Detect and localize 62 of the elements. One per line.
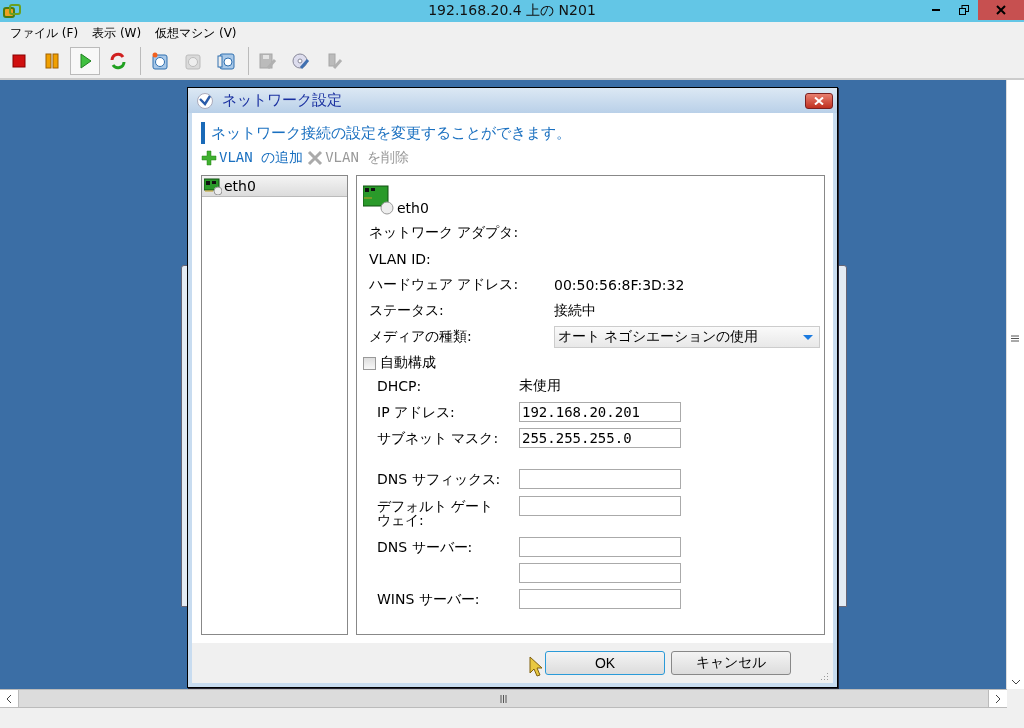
field-label: ハードウェア アドレス: xyxy=(368,276,520,294)
toolbar-link[interactable]: VLAN の追加 xyxy=(201,149,304,167)
plus-icon xyxy=(201,150,217,166)
adapter-name: eth0 xyxy=(397,200,429,216)
input-field[interactable]: 192.168.20.201 xyxy=(519,402,681,422)
field-label: ステータス: xyxy=(368,302,445,320)
network-card-icon xyxy=(363,184,395,216)
checkbox-label: 自動構成 xyxy=(380,354,436,372)
disc-wrench-icon xyxy=(291,51,311,71)
field-label: デフォルト ゲートウェイ: xyxy=(377,497,495,527)
refresh-icon xyxy=(108,51,128,71)
pause-icon xyxy=(42,51,62,71)
network-card-icon xyxy=(204,177,222,195)
ok-button[interactable]: OK xyxy=(545,651,665,675)
mouse-pointer-icon xyxy=(529,656,543,678)
input-field[interactable]: 255.255.255.0 xyxy=(519,428,681,448)
vertical-scrollbar[interactable] xyxy=(1006,80,1024,689)
field-label: WINS サーバー: xyxy=(377,590,481,606)
stop-icon xyxy=(9,51,29,71)
field-label: VLAN ID: xyxy=(368,251,432,267)
app-logo-icon xyxy=(3,3,21,19)
field-label: IP アドレス: xyxy=(377,403,456,419)
field-label: DNS サーバー: xyxy=(377,538,474,554)
input-field[interactable] xyxy=(519,537,681,557)
dropdown-arrow-icon xyxy=(803,334,813,340)
close-icon xyxy=(814,96,824,105)
menu-item[interactable]: 表示 (W) xyxy=(88,24,148,42)
instruction-text: ネットワーク接続の設定を変更することができます。 xyxy=(211,123,571,143)
floppy-wrench-icon xyxy=(258,51,278,71)
close-icon xyxy=(996,5,1006,15)
horizontal-scrollbar[interactable] xyxy=(0,689,1007,708)
toolbar-button[interactable] xyxy=(70,47,100,75)
field-value: 00:50:56:8F:3D:32 xyxy=(554,277,685,293)
field-label: メディアの種類: xyxy=(368,328,473,346)
close-button[interactable] xyxy=(805,92,833,109)
scroll-grip-icon xyxy=(500,694,507,703)
close-button[interactable] xyxy=(978,0,1024,20)
cross-icon xyxy=(307,150,324,166)
media-type-dropdown[interactable]: オート ネゴシエーションの使用 xyxy=(554,326,820,348)
checkbox[interactable] xyxy=(363,356,376,370)
field-label: DHCP: xyxy=(377,377,423,393)
scroll-grip-icon xyxy=(1011,335,1019,342)
restore-icon xyxy=(959,5,969,15)
input-field[interactable] xyxy=(519,496,681,516)
window-title: 192.168.20.4 上の N201 xyxy=(428,2,596,20)
list-item[interactable]: eth0 xyxy=(202,176,347,197)
field-label: サブネット マスク: xyxy=(377,429,500,445)
field-label: DNS サフィックス: xyxy=(377,470,502,486)
input-field[interactable] xyxy=(519,563,681,583)
minimize-icon xyxy=(932,9,940,11)
accent-bar xyxy=(201,122,205,144)
menu-item[interactable]: 仮想マシン (V) xyxy=(151,24,243,42)
cancel-button[interactable]: キャンセル xyxy=(671,651,791,675)
input-field[interactable] xyxy=(519,589,681,609)
dialog-title: ネットワーク設定 xyxy=(222,91,342,110)
resize-grip-icon[interactable] xyxy=(819,671,829,681)
input-field[interactable] xyxy=(519,469,681,489)
field-value: 未使用 xyxy=(519,376,561,395)
menu-item[interactable]: ファイル (F) xyxy=(6,24,85,42)
field-value: 接続中 xyxy=(554,302,596,320)
field-label: ネットワーク アダプタ: xyxy=(368,224,520,242)
checkmark-logo-icon xyxy=(196,92,214,109)
